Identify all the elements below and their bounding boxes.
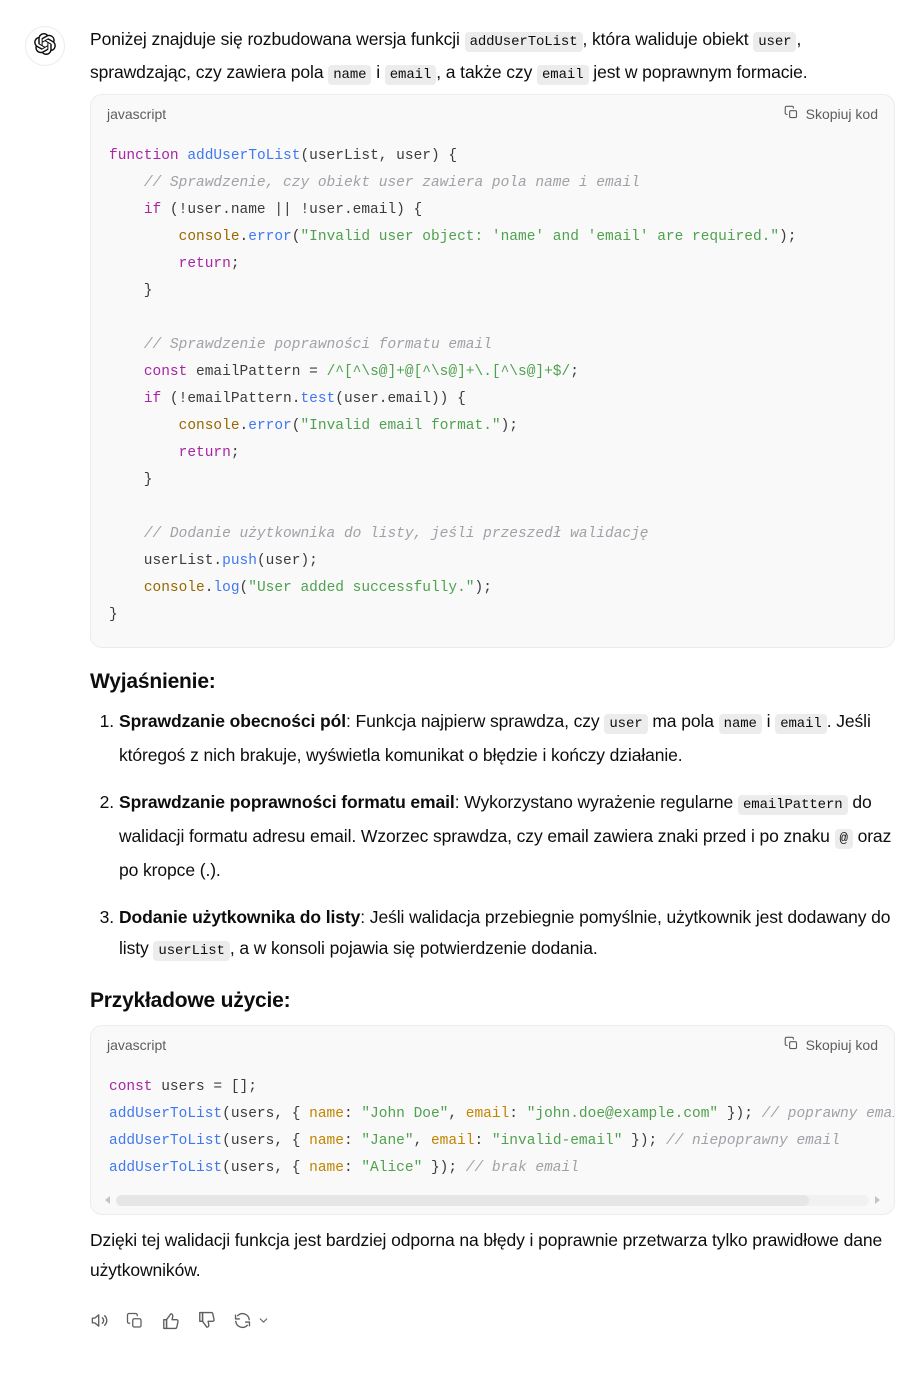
intro-text-5: , a także czy bbox=[436, 62, 537, 82]
intro-text-4: i bbox=[371, 62, 385, 82]
list-item-title: Sprawdzanie obecności pól bbox=[119, 711, 346, 731]
copy-code-label: Skopiuj kod bbox=[805, 106, 878, 122]
scrollbar-track[interactable] bbox=[116, 1194, 869, 1206]
openai-logo-icon bbox=[34, 32, 56, 60]
copy-icon bbox=[784, 105, 799, 123]
message-action-bar bbox=[90, 1311, 895, 1330]
chat-message-page: Poniżej znajduje się rozbudowana wersja … bbox=[0, 0, 920, 1400]
assistant-message: Poniżej znajduje się rozbudowana wersja … bbox=[90, 24, 895, 1330]
intro-text-2: , która waliduje obiekt bbox=[582, 29, 754, 49]
inline-code-email: email bbox=[384, 65, 437, 85]
list-item: Sprawdzanie obecności pól: Funkcja najpi… bbox=[90, 706, 895, 771]
intro-text-1: Poniżej znajduje się rozbudowana wersja … bbox=[90, 29, 465, 49]
copy-icon bbox=[126, 1312, 144, 1330]
chevron-right-icon[interactable] bbox=[871, 1195, 885, 1205]
code-block-content: const users = []; addUserToList(users, {… bbox=[109, 1079, 894, 1176]
read-aloud-button[interactable] bbox=[90, 1311, 109, 1330]
copy-code-label: Skopiuj kod bbox=[805, 1037, 878, 1053]
thumbs-down-button[interactable] bbox=[197, 1311, 216, 1330]
inline-code-addusertolist: addUserToList bbox=[464, 32, 583, 52]
code-horizontal-scrollbar[interactable] bbox=[97, 1192, 888, 1208]
list-item-title: Sprawdzanie poprawności formatu email bbox=[119, 792, 455, 812]
thumbs-down-icon bbox=[197, 1311, 216, 1330]
list-item-text-3: i bbox=[761, 711, 776, 731]
code-block-header: javascript Skopiuj kod bbox=[91, 1026, 894, 1060]
list-item: Sprawdzanie poprawności formatu email: W… bbox=[90, 787, 895, 886]
scrollbar-thumb[interactable] bbox=[116, 1194, 809, 1206]
code-block-main: javascript Skopiuj kod function addUserT… bbox=[90, 94, 895, 648]
assistant-avatar bbox=[25, 26, 65, 66]
inline-code-email-2: email bbox=[537, 65, 589, 85]
inline-code-user: user bbox=[604, 714, 648, 734]
inline-code-user: user bbox=[753, 32, 797, 52]
example-heading: Przykładowe użycie: bbox=[90, 989, 291, 1012]
refresh-icon bbox=[233, 1311, 252, 1330]
inline-code-email: email bbox=[775, 714, 827, 734]
speaker-icon bbox=[90, 1311, 109, 1330]
explanation-list: Sprawdzanie obecności pól: Funkcja najpi… bbox=[90, 706, 895, 967]
code-language-label: javascript bbox=[107, 1037, 167, 1053]
explanation-heading: Wyjaśnienie: bbox=[90, 670, 216, 693]
code-language-label: javascript bbox=[107, 106, 167, 122]
thumbs-up-icon bbox=[161, 1311, 180, 1330]
closing-paragraph: Dzięki tej walidacji funkcja jest bardzi… bbox=[90, 1230, 883, 1280]
inline-code-at-sign: @ bbox=[834, 829, 853, 849]
list-item-title: Dodanie użytkownika do listy bbox=[119, 907, 361, 927]
code-block-example: javascript Skopiuj kod const users = [];… bbox=[90, 1025, 895, 1215]
copy-code-button[interactable]: Skopiuj kod bbox=[784, 105, 878, 123]
list-item-text-2: ma pola bbox=[647, 711, 719, 731]
inline-code-name: name bbox=[328, 65, 372, 85]
inline-code-userlist: userList bbox=[153, 941, 230, 961]
inline-code-emailpattern: emailPattern bbox=[737, 795, 848, 815]
inline-code-name: name bbox=[718, 714, 762, 734]
list-item-text-1: : Funkcja najpierw sprawdza, czy bbox=[346, 711, 605, 731]
chevron-down-icon[interactable] bbox=[257, 1314, 270, 1327]
intro-text-6: jest w poprawnym formacie. bbox=[588, 62, 808, 82]
regenerate-button[interactable] bbox=[233, 1311, 270, 1330]
copy-icon bbox=[784, 1036, 799, 1054]
code-block-header: javascript Skopiuj kod bbox=[91, 95, 894, 129]
list-item-text-2: , a w konsoli pojawia się potwierdzenie … bbox=[229, 938, 598, 958]
chevron-left-icon[interactable] bbox=[100, 1195, 114, 1205]
code-block-content: function addUserToList(userList, user) {… bbox=[109, 148, 797, 623]
thumbs-up-button[interactable] bbox=[161, 1311, 180, 1330]
list-item-text-1: : Wykorzystano wyrażenie regularne bbox=[454, 792, 738, 812]
intro-paragraph: Poniżej znajduje się rozbudowana wersja … bbox=[90, 24, 895, 90]
copy-code-button[interactable]: Skopiuj kod bbox=[784, 1036, 878, 1054]
list-item: Dodanie użytkownika do listy: Jeśli wali… bbox=[90, 902, 895, 967]
copy-message-button[interactable] bbox=[126, 1312, 144, 1330]
